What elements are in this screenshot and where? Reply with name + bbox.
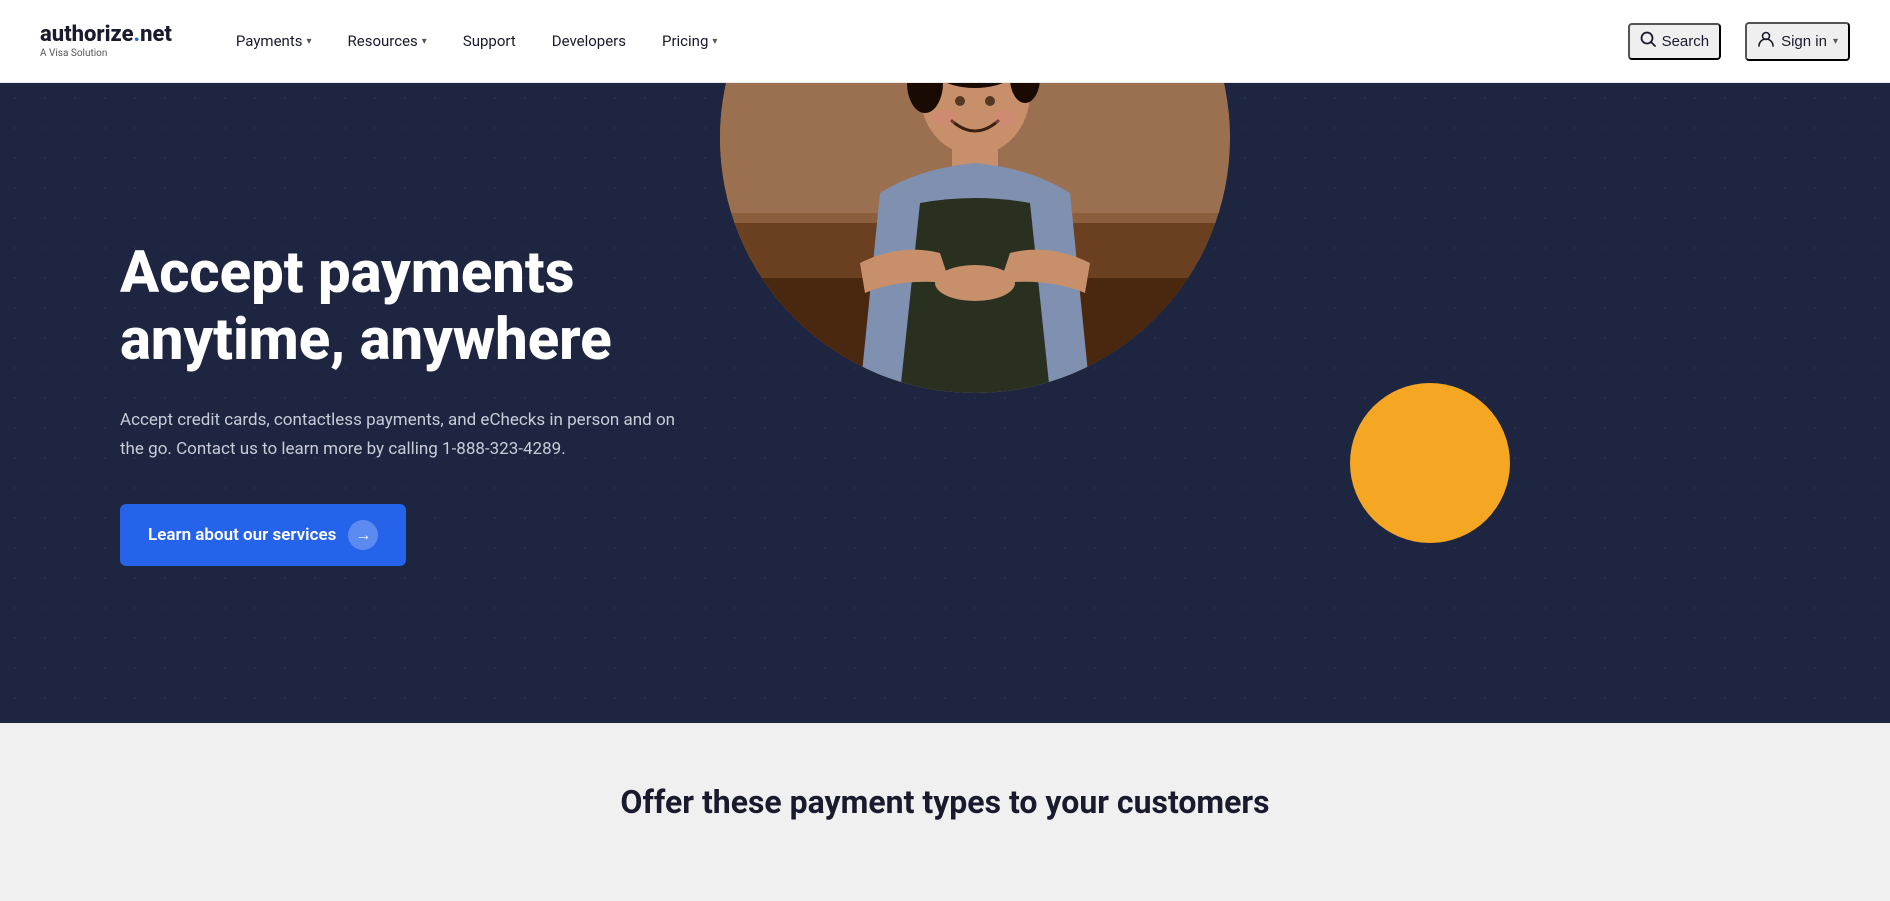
hero-image-area (720, 83, 1240, 403)
signin-button[interactable]: Sign in ▾ (1745, 22, 1850, 61)
site-logo[interactable]: authorize.net A Visa Solution (40, 24, 172, 59)
logo-sub: A Visa Solution (40, 48, 172, 59)
chevron-down-icon: ▾ (422, 36, 427, 47)
search-button[interactable]: Search (1628, 23, 1722, 60)
main-nav: Payments ▾ Resources ▾ Support Developer… (222, 24, 1628, 58)
nav-item-pricing[interactable]: Pricing ▾ (648, 24, 731, 58)
nav-item-support[interactable]: Support (449, 24, 530, 58)
hero-description: Accept credit cards, contactless payment… (120, 406, 680, 464)
navbar: authorize.net A Visa Solution Payments ▾… (0, 0, 1890, 83)
hero-content: Accept payments anytime, anywhere Accept… (120, 240, 800, 565)
nav-item-resources[interactable]: Resources ▾ (334, 24, 441, 58)
hero-section: Accept payments anytime, anywhere Accept… (0, 83, 1890, 723)
navbar-right: Search Sign in ▾ (1628, 22, 1850, 61)
yellow-decoration-circle (1350, 383, 1510, 543)
hero-portrait-svg (720, 83, 1230, 393)
learn-services-button[interactable]: Learn about our services → (120, 504, 406, 566)
logo-text: authorize.net (40, 24, 172, 46)
search-icon (1640, 31, 1656, 52)
arrow-right-icon: → (348, 520, 378, 550)
chevron-down-icon: ▾ (1833, 36, 1838, 47)
nav-item-payments[interactable]: Payments ▾ (222, 24, 326, 58)
nav-item-developers[interactable]: Developers (538, 24, 640, 58)
chevron-down-icon: ▾ (712, 36, 717, 47)
hero-portrait-circle (720, 83, 1230, 393)
hero-title: Accept payments anytime, anywhere (120, 240, 800, 373)
chevron-down-icon: ▾ (306, 36, 311, 47)
bottom-section-title: Offer these payment types to your custom… (620, 783, 1269, 821)
bottom-section: Offer these payment types to your custom… (0, 723, 1890, 901)
user-icon (1757, 30, 1775, 53)
